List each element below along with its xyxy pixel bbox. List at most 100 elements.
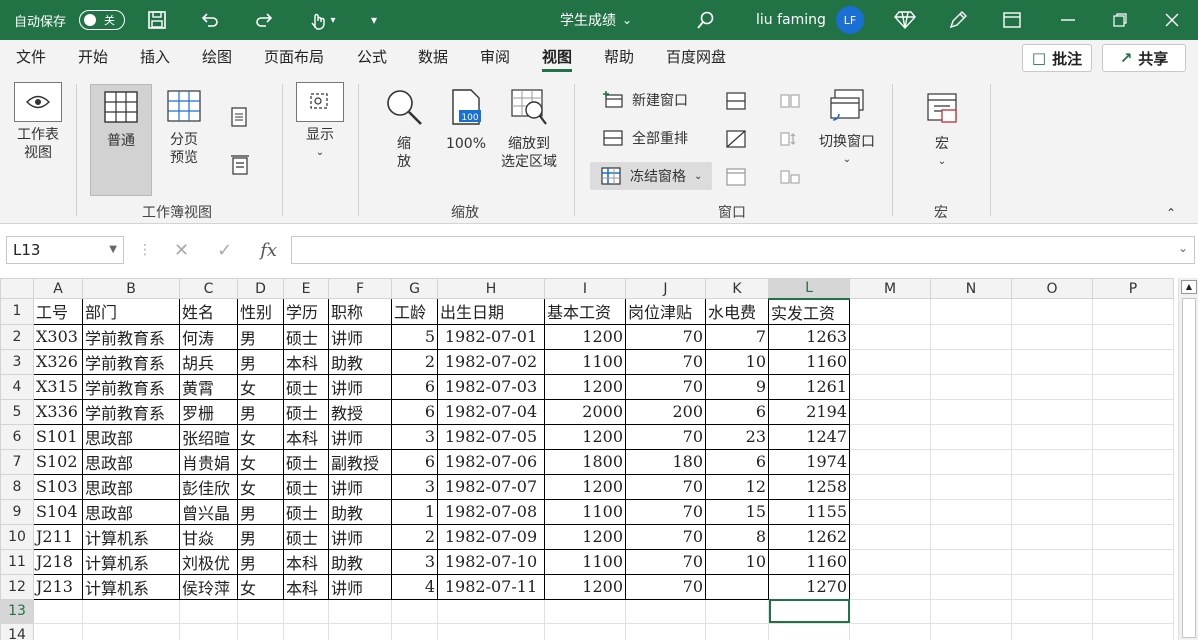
cell-o5[interactable] — [1011, 398, 1093, 425]
cell-g4[interactable]: 6 — [391, 373, 438, 400]
cell-g5[interactable]: 6 — [391, 398, 438, 425]
cell-d8[interactable]: 女 — [237, 473, 284, 500]
cell-n3[interactable] — [930, 348, 1012, 375]
column-header-b[interactable]: B — [82, 278, 180, 299]
cell-l4[interactable]: 1261 — [768, 373, 850, 400]
cell-k1[interactable]: 水电费 — [705, 298, 769, 325]
cell-k2[interactable]: 7 — [705, 323, 769, 350]
hide-window-button[interactable] — [726, 130, 746, 148]
cell-j4[interactable]: 70 — [625, 373, 706, 400]
save-icon[interactable] — [145, 0, 169, 40]
cell-o11[interactable] — [1011, 548, 1093, 575]
cell-k12[interactable] — [705, 573, 769, 600]
cell-a8[interactable]: S103 — [33, 473, 83, 500]
search-icon[interactable] — [694, 0, 718, 40]
cell-j3[interactable]: 70 — [625, 348, 706, 375]
cell-o14[interactable] — [1011, 622, 1093, 640]
row-header[interactable]: 11 — [0, 548, 34, 575]
cell-n10[interactable] — [930, 523, 1012, 550]
cell-c14[interactable] — [179, 622, 238, 640]
cell-a3[interactable]: X326 — [33, 348, 83, 375]
cell-o10[interactable] — [1011, 523, 1093, 550]
cell-b6[interactable]: 思政部 — [82, 423, 180, 450]
cell-n7[interactable] — [930, 448, 1012, 475]
cell-m13[interactable] — [849, 598, 931, 624]
split-button[interactable] — [726, 92, 746, 110]
cell-l7[interactable]: 1974 — [768, 448, 850, 475]
cell-f5[interactable]: 教授 — [328, 398, 392, 425]
cell-a6[interactable]: S101 — [33, 423, 83, 450]
restore-icon[interactable] — [1108, 0, 1132, 40]
cell-l1[interactable]: 实发工资 — [768, 298, 850, 325]
cell-c10[interactable]: 甘焱 — [179, 523, 238, 550]
cell-p8[interactable] — [1092, 473, 1174, 500]
cell-o1[interactable] — [1011, 298, 1093, 325]
cell-p6[interactable] — [1092, 423, 1174, 450]
tab-data[interactable]: 数据 — [418, 40, 448, 76]
cell-g10[interactable]: 2 — [391, 523, 438, 550]
cell-g2[interactable]: 5 — [391, 323, 438, 350]
column-header-a[interactable]: A — [33, 278, 83, 299]
cell-o4[interactable] — [1011, 373, 1093, 400]
undo-icon[interactable] — [198, 0, 222, 40]
column-header-o[interactable]: O — [1011, 278, 1093, 299]
row-header[interactable]: 1 — [0, 298, 34, 325]
cell-a1[interactable]: 工号 — [33, 298, 83, 325]
cell-n2[interactable] — [930, 323, 1012, 350]
cell-i2[interactable]: 1200 — [544, 323, 626, 350]
tab-help[interactable]: 帮助 — [604, 40, 634, 76]
cell-j5[interactable]: 200 — [625, 398, 706, 425]
page-break-preview-button[interactable]: 分页 预览 — [162, 90, 206, 167]
cell-f10[interactable]: 讲师 — [328, 523, 392, 550]
cell-e13[interactable] — [283, 598, 329, 624]
cell-n6[interactable] — [930, 423, 1012, 450]
cell-l5[interactable]: 2194 — [768, 398, 850, 425]
cell-m7[interactable] — [849, 448, 931, 475]
cell-o13[interactable] — [1011, 598, 1093, 624]
cell-d6[interactable]: 女 — [237, 423, 284, 450]
ribbon-display-icon[interactable] — [1000, 0, 1024, 40]
cell-p5[interactable] — [1092, 398, 1174, 425]
cell-e1[interactable]: 学历 — [283, 298, 329, 325]
autosave-toggle[interactable]: 关 — [79, 10, 125, 30]
cell-j7[interactable]: 180 — [625, 448, 706, 475]
cell-o6[interactable] — [1011, 423, 1093, 450]
cell-b7[interactable]: 思政部 — [82, 448, 180, 475]
cell-d11[interactable]: 男 — [237, 548, 284, 575]
column-header-g[interactable]: G — [391, 278, 438, 299]
cell-a5[interactable]: X336 — [33, 398, 83, 425]
cell-h5[interactable]: 1982-07-04 — [437, 398, 545, 425]
cell-h13[interactable] — [437, 598, 545, 624]
cell-b14[interactable] — [82, 622, 180, 640]
name-box[interactable]: L13 ▼ — [6, 236, 124, 264]
zoom-button[interactable]: 缩 放 — [382, 88, 426, 171]
cell-b10[interactable]: 计算机系 — [82, 523, 180, 550]
cell-i11[interactable]: 1100 — [544, 548, 626, 575]
cell-g9[interactable]: 1 — [391, 498, 438, 525]
cell-h12[interactable]: 1982-07-11 — [437, 573, 545, 600]
macros-button[interactable]: 宏 ⌄ — [918, 90, 966, 171]
unhide-window-button[interactable] — [726, 168, 746, 186]
cell-d14[interactable] — [237, 622, 284, 640]
column-header-n[interactable]: N — [930, 278, 1012, 299]
cell-c5[interactable]: 罗栅 — [179, 398, 238, 425]
cell-h8[interactable]: 1982-07-07 — [437, 473, 545, 500]
cell-m11[interactable] — [849, 548, 931, 575]
spreadsheet-grid[interactable]: A B C D E F G H I J K L M N O P 1 工号 部门 姓名 性别 学历 职称 工龄 出生日期 基本工资岗… — [0, 278, 1178, 640]
cell-j2[interactable]: 70 — [625, 323, 706, 350]
cell-n12[interactable] — [930, 573, 1012, 600]
avatar[interactable]: LF — [836, 6, 864, 34]
cell-c2[interactable]: 何涛 — [179, 323, 238, 350]
insert-function-button[interactable]: fx — [260, 240, 277, 261]
cell-b9[interactable]: 思政部 — [82, 498, 180, 525]
cell-a14[interactable] — [33, 622, 83, 640]
touch-mode-icon[interactable]: ▾ — [302, 0, 342, 40]
cell-e3[interactable]: 本科 — [283, 348, 329, 375]
cell-d2[interactable]: 男 — [237, 323, 284, 350]
cell-e10[interactable]: 硕士 — [283, 523, 329, 550]
cell-l13[interactable] — [768, 598, 850, 624]
cell-p2[interactable] — [1092, 323, 1174, 350]
cell-k14[interactable] — [705, 622, 769, 640]
cell-d5[interactable]: 男 — [237, 398, 284, 425]
cell-e9[interactable]: 硕士 — [283, 498, 329, 525]
